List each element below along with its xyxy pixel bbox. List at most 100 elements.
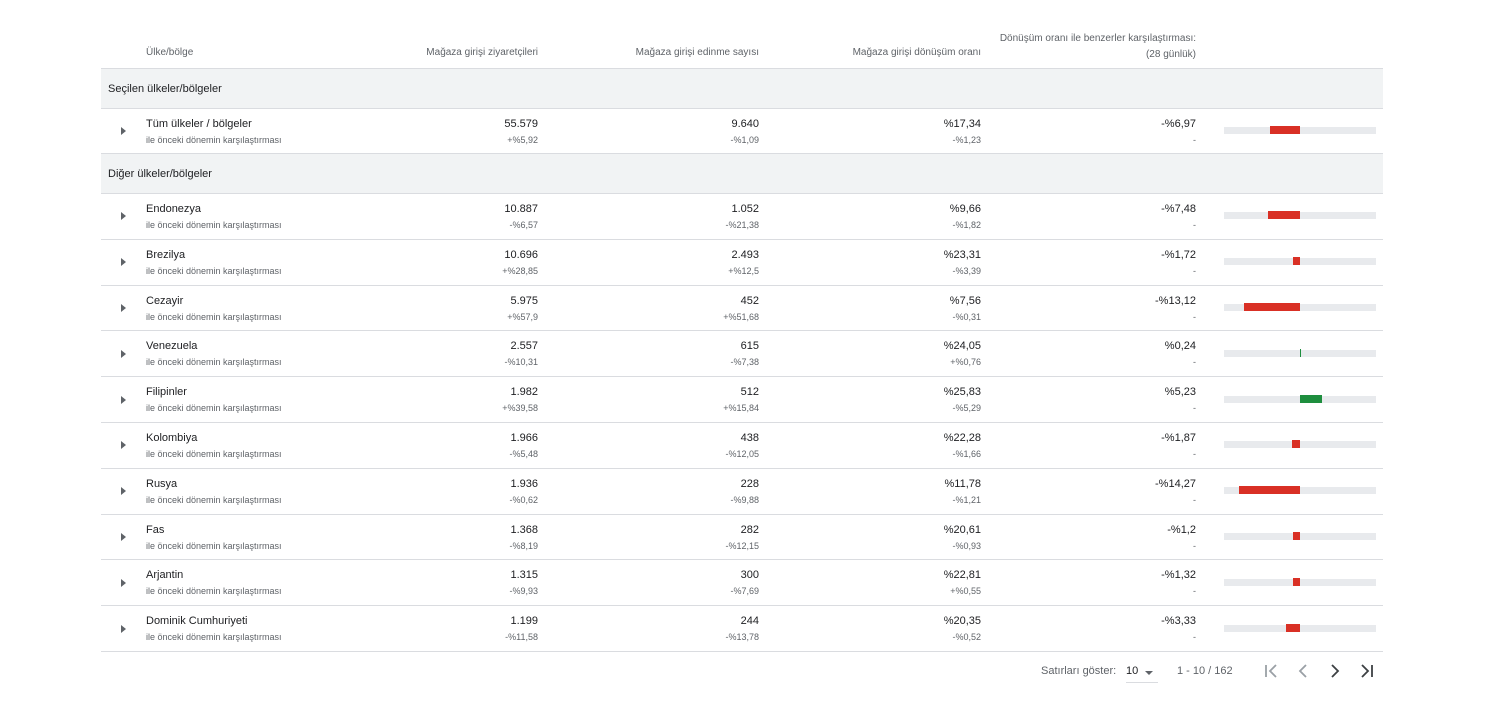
expand-arrow-icon[interactable] <box>121 578 126 587</box>
row-benchmark: -%7,48 <box>1161 203 1196 215</box>
row-benchmark-sub: - <box>1193 448 1196 459</box>
previous-page-icon[interactable] <box>1291 659 1315 683</box>
row-conversion-change: -%1,23 <box>952 135 981 145</box>
table-row: Dominik Cumhuriyeti ile önceki dönemin ka… <box>101 606 1383 652</box>
row-name: Kolombiya <box>146 431 198 444</box>
row-conversion: %20,61 <box>943 523 981 536</box>
row-benchmark: %0,24 <box>1164 340 1196 353</box>
row-acquisitions: 1.052 <box>731 203 759 215</box>
row-visitors: 1.966 <box>510 431 538 444</box>
row-name: Dominik Cumhuriyeti <box>146 615 248 628</box>
row-conversion-change: -%1,82 <box>952 220 981 230</box>
expand-arrow-icon[interactable] <box>121 212 126 221</box>
row-benchmark-sub: - <box>1193 220 1196 230</box>
header-acquisitions[interactable]: Mağaza girişi edinme sayısı <box>636 47 759 58</box>
row-conversion-change: +%0,55 <box>950 586 981 597</box>
row-benchmark-sub: - <box>1193 586 1196 597</box>
row-acquisitions: 452 <box>740 294 759 307</box>
row-acquisitions-change: -%21,38 <box>725 220 759 230</box>
benchmark-bar <box>1224 257 1376 266</box>
row-name: Endonezya <box>146 203 202 215</box>
last-page-icon[interactable] <box>1355 659 1379 683</box>
table-header: Ülke/bölge Mağaza girişi ziyaretçileri M… <box>101 0 1383 69</box>
row-benchmark-sub: - <box>1193 403 1196 414</box>
row-conversion-change: -%0,31 <box>952 311 981 322</box>
benchmark-bar-fill <box>1293 577 1300 586</box>
row-conversion: %23,31 <box>943 248 981 261</box>
row-visitors-change: -%10,31 <box>504 357 538 368</box>
row-name: Rusya <box>146 477 178 490</box>
row-benchmark-sub: - <box>1193 632 1196 643</box>
header-visitors[interactable]: Mağaza girişi ziyaretçileri <box>426 47 538 58</box>
row-visitors: 10.887 <box>504 203 538 215</box>
row-comparison-label: ile önceki dönemin karşılaştırması <box>146 311 282 322</box>
country-table: Ülke/bölge Mağaza girişi ziyaretçileri M… <box>101 0 1383 652</box>
expand-arrow-icon[interactable] <box>121 258 126 267</box>
first-page-icon[interactable] <box>1259 659 1283 683</box>
row-visitors-change: +%57,9 <box>507 311 538 322</box>
row-acquisitions-change: +%15,84 <box>723 403 759 414</box>
row-acquisitions-change: -%9,88 <box>730 494 759 505</box>
header-benchmark[interactable]: Dönüşüm oranı ile benzerler karşılaştırm… <box>1000 31 1196 63</box>
expand-arrow-icon[interactable] <box>121 303 126 312</box>
benchmark-bar <box>1224 126 1376 134</box>
row-comparison-label: ile önceki dönemin karşılaştırması <box>146 540 282 551</box>
pagination-bar: Satırları göster: 10 1 - 10 / 162 <box>0 657 1490 687</box>
benchmark-bar-fill <box>1243 302 1300 311</box>
row-conversion-change: -%1,21 <box>952 494 981 505</box>
row-conversion-change: -%3,39 <box>952 265 981 276</box>
row-acquisitions: 512 <box>740 386 759 399</box>
row-visitors: 1.982 <box>510 386 538 399</box>
row-conversion: %25,83 <box>943 386 981 399</box>
expand-arrow-icon[interactable] <box>121 395 126 404</box>
row-acquisitions-change: +%51,68 <box>723 311 759 322</box>
row-benchmark-sub: - <box>1193 540 1196 551</box>
row-acquisitions-change: -%12,15 <box>725 540 759 551</box>
header-country[interactable]: Ülke/bölge <box>146 47 193 58</box>
section-selected: Seçilen ülkeler/bölgeler <box>101 69 1383 109</box>
row-visitors-change: -%8,19 <box>509 540 538 551</box>
table-row: Fas ile önceki dönemin karşılaştırması 1.3… <box>101 515 1383 561</box>
row-acquisitions: 228 <box>740 477 759 490</box>
row-comparison-label: ile önceki dönemin karşılaştırması <box>146 586 282 597</box>
expand-arrow-icon[interactable] <box>121 127 126 135</box>
row-visitors-change: -%9,93 <box>509 586 538 597</box>
row-comparison-label: ile önceki dönemin karşılaştırması <box>146 494 282 505</box>
row-acquisitions: 244 <box>740 615 759 628</box>
expand-arrow-icon[interactable] <box>121 441 126 450</box>
row-conversion-change: -%1,66 <box>952 448 981 459</box>
header-conversion[interactable]: Mağaza girişi dönüşüm oranı <box>853 47 981 58</box>
benchmark-bar-fill <box>1293 531 1300 540</box>
row-benchmark: -%6,97 <box>1161 118 1196 130</box>
rows-per-page-select[interactable]: 10 <box>1126 662 1158 683</box>
row-benchmark: -%1,87 <box>1161 431 1196 444</box>
row-comparison-label: ile önceki dönemin karşılaştırması <box>146 220 282 230</box>
row-visitors: 1.315 <box>510 569 538 582</box>
table-row: Arjantin ile önceki dönemin karşılaştırma… <box>101 560 1383 607</box>
row-conversion: %24,05 <box>943 340 981 353</box>
row-conversion: %20,35 <box>943 615 981 628</box>
expand-arrow-icon[interactable] <box>121 349 126 358</box>
row-comparison-label: ile önceki dönemin karşılaştırması <box>146 403 282 414</box>
expand-arrow-icon[interactable] <box>121 487 126 496</box>
benchmark-bar <box>1224 577 1376 586</box>
expand-arrow-icon[interactable] <box>121 624 126 633</box>
benchmark-bar-fill <box>1285 623 1300 632</box>
row-name: Brezilya <box>146 248 186 261</box>
row-conversion: %11,78 <box>944 477 982 490</box>
benchmark-bar-fill <box>1300 394 1323 403</box>
row-benchmark: -%13,12 <box>1155 294 1196 307</box>
next-page-icon[interactable] <box>1323 659 1347 683</box>
row-acquisitions: 615 <box>740 340 759 353</box>
row-comparison-label: ile önceki dönemin karşılaştırması <box>146 448 282 459</box>
row-acquisitions-change: -%12,05 <box>725 448 759 459</box>
row-visitors-change: +%28,85 <box>502 265 538 276</box>
row-name: Venezuela <box>146 340 198 353</box>
expand-arrow-icon[interactable] <box>121 532 126 541</box>
row-acquisitions-change: -%7,38 <box>730 357 759 368</box>
row-visitors: 5.975 <box>510 294 538 307</box>
row-conversion: %7,56 <box>949 294 981 307</box>
row-benchmark-sub: - <box>1193 265 1196 276</box>
row-visitors: 2.557 <box>510 340 538 353</box>
benchmark-bar-fill <box>1270 126 1300 134</box>
